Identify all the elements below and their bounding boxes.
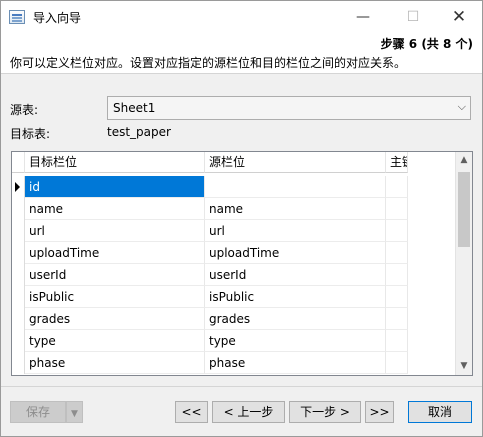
target-field-cell[interactable]: userId bbox=[25, 264, 205, 286]
step-indicator: 步骤 6 (共 8 个) bbox=[380, 37, 473, 51]
current-row-arrow-icon bbox=[12, 176, 25, 198]
row-indicator bbox=[12, 286, 25, 308]
table-row[interactable]: isPublic isPublic bbox=[12, 286, 455, 308]
source-table-value: Sheet1 bbox=[113, 101, 156, 115]
primary-key-cell[interactable] bbox=[386, 352, 408, 374]
source-table-select[interactable]: Sheet1 ⌵ bbox=[107, 96, 471, 120]
scrollbar-thumb[interactable] bbox=[458, 172, 470, 247]
row-indicator bbox=[12, 198, 25, 220]
column-header-source-field[interactable]: 源栏位 bbox=[205, 152, 386, 173]
source-field-cell[interactable]: userId bbox=[205, 264, 386, 286]
chevron-down-icon: ⌵ bbox=[457, 100, 466, 113]
target-field-cell[interactable]: uploadTime bbox=[25, 242, 205, 264]
save-button[interactable]: 保存 bbox=[10, 401, 66, 423]
target-field-cell[interactable]: type bbox=[25, 330, 205, 352]
target-table-label: 目标表: bbox=[10, 127, 51, 141]
target-table-value: test_paper bbox=[107, 125, 171, 139]
primary-key-cell[interactable] bbox=[386, 330, 408, 352]
table-row[interactable]: phase phase bbox=[12, 352, 455, 374]
row-indicator bbox=[12, 220, 25, 242]
source-field-cell[interactable] bbox=[205, 176, 386, 198]
source-field-cell[interactable]: type bbox=[205, 330, 386, 352]
primary-key-cell[interactable] bbox=[386, 286, 408, 308]
step-description: 你可以定义栏位对应。设置对应指定的源栏位和目的栏位之间的对应关系。 bbox=[10, 56, 407, 70]
table-row[interactable]: uploadTime uploadTime bbox=[12, 242, 455, 264]
row-indicator bbox=[12, 308, 25, 330]
cancel-button[interactable]: 取消 bbox=[408, 401, 472, 423]
title-bar[interactable]: 导入向导 — ☐ ✕ bbox=[1, 1, 482, 33]
scroll-up-arrow-icon[interactable]: ▲ bbox=[456, 152, 472, 169]
source-field-cell[interactable]: isPublic bbox=[205, 286, 386, 308]
previous-step-button[interactable]: < 上一步 bbox=[212, 401, 285, 423]
maximize-button[interactable]: ☐ bbox=[390, 1, 436, 33]
target-field-cell[interactable]: isPublic bbox=[25, 286, 205, 308]
row-indicator bbox=[12, 264, 25, 286]
first-step-button[interactable]: << bbox=[175, 401, 208, 423]
target-field-cell[interactable]: id bbox=[25, 176, 205, 198]
vertical-scrollbar[interactable]: ▲ ▼ bbox=[455, 152, 472, 375]
row-indicator bbox=[12, 352, 25, 374]
window-title: 导入向导 bbox=[33, 11, 82, 25]
table-row[interactable]: name name bbox=[12, 198, 455, 220]
source-field-cell[interactable]: phase bbox=[205, 352, 386, 374]
field-mapping-grid[interactable]: 目标栏位 源栏位 主键 id name name url url uploadT… bbox=[11, 151, 473, 376]
primary-key-cell[interactable] bbox=[386, 264, 408, 286]
next-step-button[interactable]: 下一步 > bbox=[289, 401, 361, 423]
chevron-down-icon: ▼ bbox=[71, 409, 78, 419]
source-table-label: 源表: bbox=[10, 103, 39, 117]
target-field-cell[interactable]: url bbox=[25, 220, 205, 242]
row-indicator bbox=[12, 330, 25, 352]
minimize-button[interactable]: — bbox=[340, 1, 386, 33]
source-field-cell[interactable]: url bbox=[205, 220, 386, 242]
primary-key-cell[interactable] bbox=[386, 308, 408, 330]
save-split-button[interactable]: 保存 ▼ bbox=[10, 401, 83, 423]
scroll-down-arrow-icon[interactable]: ▼ bbox=[456, 358, 472, 375]
close-button[interactable]: ✕ bbox=[436, 1, 482, 33]
table-row[interactable]: type type bbox=[12, 330, 455, 352]
footer-divider bbox=[1, 386, 482, 387]
source-field-cell[interactable]: grades bbox=[205, 308, 386, 330]
row-header-corner bbox=[12, 152, 25, 173]
row-indicator bbox=[12, 242, 25, 264]
import-wizard-window: 导入向导 — ☐ ✕ 步骤 6 (共 8 个) 你可以定义栏位对应。设置对应指定… bbox=[0, 0, 483, 437]
header-divider bbox=[1, 73, 482, 74]
table-row[interactable]: userId userId bbox=[12, 264, 455, 286]
primary-key-cell[interactable] bbox=[386, 176, 408, 198]
primary-key-cell[interactable] bbox=[386, 220, 408, 242]
target-field-cell[interactable]: name bbox=[25, 198, 205, 220]
column-header-target-field[interactable]: 目标栏位 bbox=[25, 152, 205, 173]
primary-key-cell[interactable] bbox=[386, 198, 408, 220]
save-dropdown-button[interactable]: ▼ bbox=[66, 401, 83, 423]
source-field-cell[interactable]: uploadTime bbox=[205, 242, 386, 264]
last-step-button[interactable]: >> bbox=[365, 401, 394, 423]
target-field-cell[interactable]: phase bbox=[25, 352, 205, 374]
primary-key-cell[interactable] bbox=[386, 242, 408, 264]
table-row[interactable]: url url bbox=[12, 220, 455, 242]
wizard-app-icon bbox=[9, 10, 25, 24]
wizard-header: 步骤 6 (共 8 个) 你可以定义栏位对应。设置对应指定的源栏位和目的栏位之间… bbox=[1, 33, 482, 73]
table-row[interactable]: grades grades bbox=[12, 308, 455, 330]
column-header-primary-key[interactable]: 主键 bbox=[386, 152, 408, 173]
target-field-cell[interactable]: grades bbox=[25, 308, 205, 330]
source-field-cell[interactable]: name bbox=[205, 198, 386, 220]
table-row[interactable]: id bbox=[12, 176, 455, 198]
